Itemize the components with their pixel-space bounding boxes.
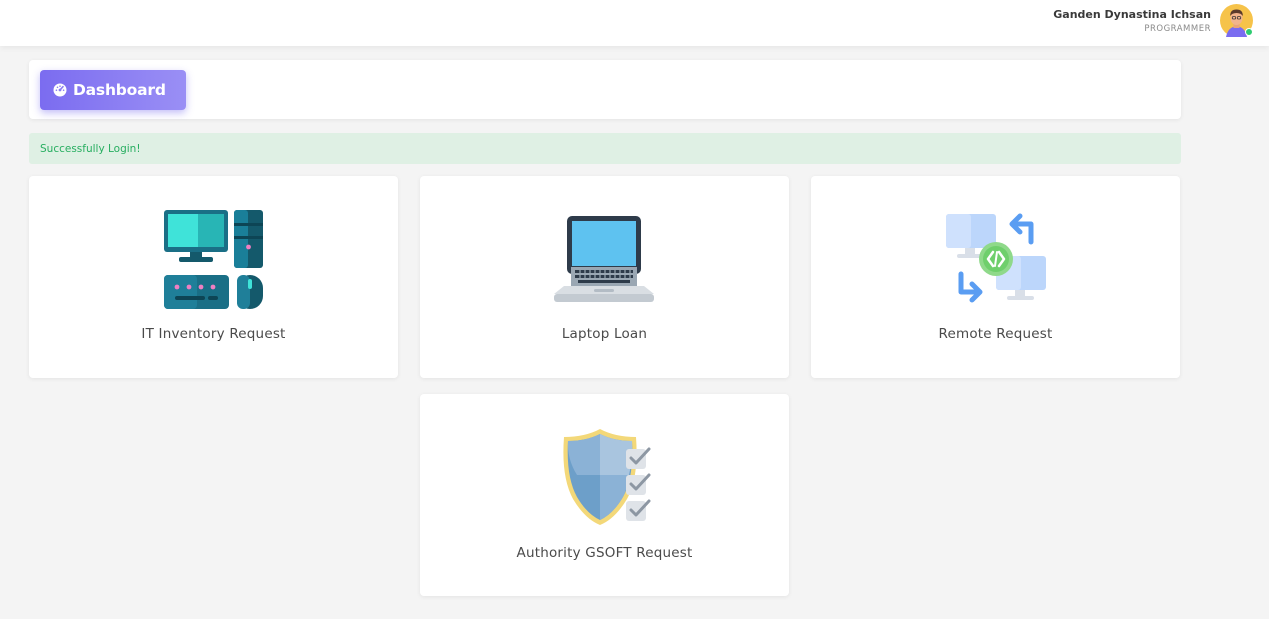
shield-checklist-icon bbox=[555, 427, 655, 533]
online-status-dot bbox=[1245, 28, 1253, 36]
user-profile[interactable]: Ganden Dynastina Ichsan PROGRAMMER bbox=[1053, 4, 1253, 37]
remote-connection-icon bbox=[945, 212, 1047, 312]
user-name: Ganden Dynastina Ichsan bbox=[1053, 7, 1211, 21]
card-label: IT Inventory Request bbox=[141, 326, 286, 342]
card-label: Authority GSOFT Request bbox=[516, 545, 693, 561]
alert-message: Successfully Login! bbox=[40, 142, 141, 155]
computer-set-icon bbox=[163, 209, 265, 315]
card-remote-request[interactable]: Remote Request bbox=[811, 176, 1180, 378]
card-label: Remote Request bbox=[938, 326, 1053, 342]
page-header: Dashboard bbox=[29, 60, 1181, 119]
dashboard-button[interactable]: Dashboard bbox=[40, 70, 186, 110]
laptop-icon bbox=[553, 216, 656, 308]
user-info: Ganden Dynastina Ichsan PROGRAMMER bbox=[1053, 6, 1211, 36]
avatar[interactable] bbox=[1220, 4, 1253, 37]
card-it-inventory-request[interactable]: IT Inventory Request bbox=[29, 176, 398, 378]
dashboard-label: Dashboard bbox=[73, 81, 166, 99]
card-label: Laptop Loan bbox=[561, 326, 648, 342]
success-alert: Successfully Login! bbox=[29, 133, 1181, 164]
top-navbar: Ganden Dynastina Ichsan PROGRAMMER bbox=[0, 0, 1269, 46]
user-role: PROGRAMMER bbox=[1144, 23, 1211, 34]
card-laptop-loan[interactable]: Laptop Loan bbox=[420, 176, 789, 378]
dashboard-gauge-icon bbox=[53, 83, 67, 97]
card-authority-gsoft-request[interactable]: Authority GSOFT Request bbox=[420, 394, 789, 596]
